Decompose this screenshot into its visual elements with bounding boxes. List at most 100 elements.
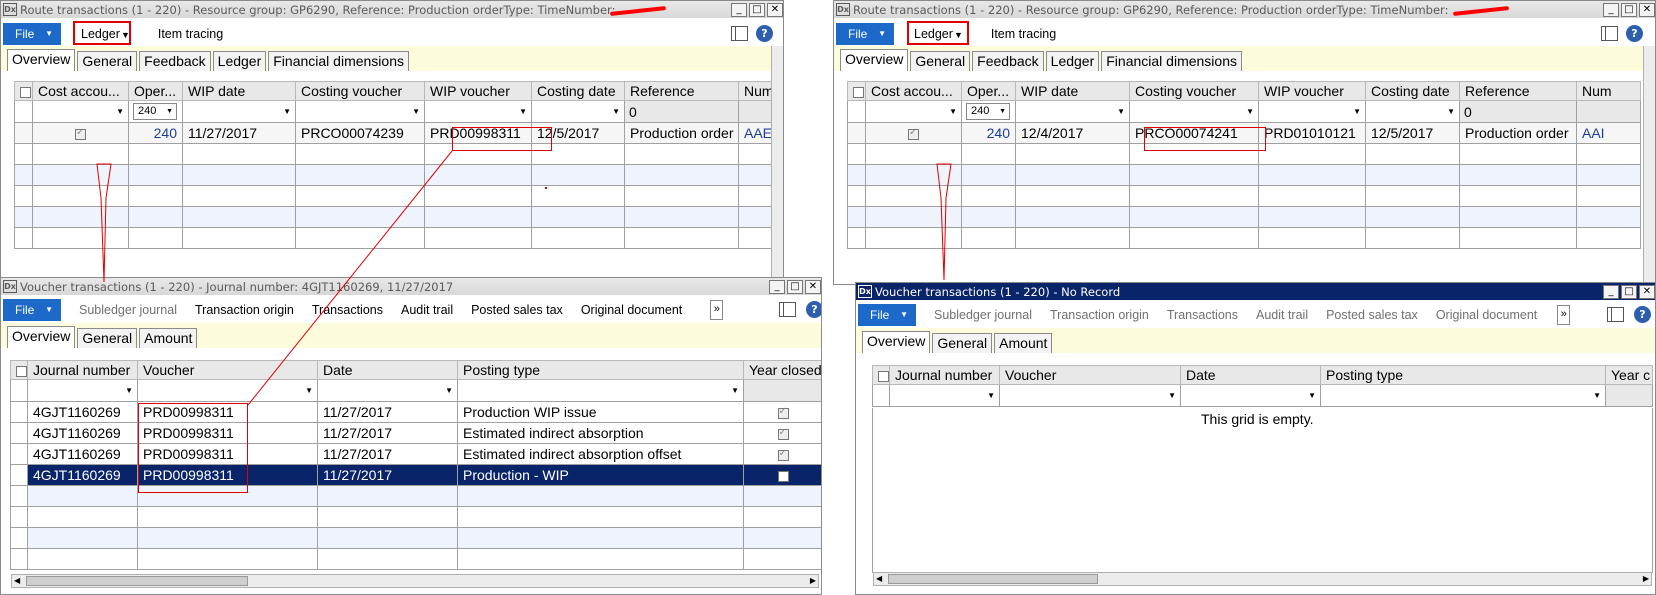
posted-sales-tax-button[interactable]: Posted sales tax [1326,308,1418,322]
maximize-button[interactable]: □ [1621,284,1637,299]
filter-costing-date[interactable]: ▼ [1365,100,1460,123]
select-all-checkbox[interactable] [10,360,28,380]
col-wip-date[interactable]: WIP date [1015,81,1130,101]
col-wip-date[interactable]: WIP date [182,81,296,101]
col-costing-date[interactable]: Costing date [531,81,625,101]
year-closed-checkbox[interactable] [743,401,821,423]
filter-voucher[interactable]: ▼ [137,379,318,402]
more-actions-icon[interactable]: » [710,299,724,320]
minimize-button[interactable]: _ [1603,284,1619,299]
minimize-button[interactable]: _ [769,279,785,294]
tab-overview[interactable]: Overview [7,326,76,348]
scroll-left-icon[interactable]: ◀ [14,575,20,587]
col-costing-date[interactable]: Costing date [1365,81,1460,101]
audit-trail-button[interactable]: Audit trail [1256,308,1308,322]
col-reference[interactable]: Reference [1459,81,1577,101]
subledger-journal-button[interactable]: Subledger journal [79,303,177,317]
tab-ledger[interactable]: Ledger [1045,51,1100,71]
year-closed-checkbox[interactable] [743,464,821,486]
help-icon[interactable]: ? [1634,306,1651,323]
table-row[interactable]: 240 12/4/2017 PRCO00074241 PRD01010121 1… [847,122,1641,144]
tab-general[interactable]: General [77,328,138,348]
select-all-checkbox[interactable] [847,81,866,101]
original-document-button[interactable]: Original document [1436,308,1537,322]
file-button[interactable]: File ▼ [3,22,61,45]
tab-feedback[interactable]: Feedback [139,51,211,71]
horizontal-scrollbar[interactable]: ◀ ▶ [11,574,819,588]
col-cost-account[interactable]: Cost accou... [32,81,129,101]
ledger-menu-button[interactable]: Ledger▼ [914,27,963,41]
layout-icon[interactable] [1607,307,1624,322]
col-oper[interactable]: Oper... [961,81,1016,101]
col-journal-number[interactable]: Journal number [27,360,138,380]
year-closed-checkbox[interactable] [743,422,821,444]
help-icon[interactable]: ? [806,301,821,318]
col-year-closed[interactable]: Year c [1605,365,1653,385]
scroll-thumb[interactable] [26,576,248,586]
help-icon[interactable]: ? [1626,25,1643,42]
right-route-titlebar[interactable]: Dx Route transactions (1 - 220) - Resour… [834,1,1655,18]
file-button[interactable]: File ▼ [858,303,916,326]
cost-account-checkbox[interactable] [32,122,129,144]
horizontal-scrollbar[interactable]: ◀ ▶ [873,572,1652,586]
close-button[interactable]: ✕ [1639,284,1655,299]
filter-oper[interactable]: 240 [128,100,183,123]
minimize-button[interactable]: _ [731,2,747,17]
transactions-button[interactable]: Transactions [1167,308,1238,322]
tab-general[interactable]: General [910,51,971,71]
col-oper[interactable]: Oper... [128,81,183,101]
col-journal-number[interactable]: Journal number [889,365,1000,385]
col-posting-type[interactable]: Posting type [1320,365,1606,385]
filter-costing-voucher[interactable]: ▼ [1129,100,1259,123]
filter-journal-number[interactable]: ▼ [27,379,138,402]
select-all-checkbox[interactable] [14,81,33,101]
maximize-button[interactable]: □ [1621,2,1637,17]
layout-icon[interactable] [779,302,796,317]
layout-icon[interactable] [731,26,748,41]
ledger-menu-button[interactable]: Ledger▼ [81,27,130,41]
left-voucher-titlebar[interactable]: Dx Voucher transactions (1 - 220) - Jour… [1,278,821,295]
layout-icon[interactable] [1601,26,1618,41]
filter-reference[interactable]: 0 [624,100,739,123]
filter-wip-voucher[interactable]: ▼ [1258,100,1366,123]
scroll-right-icon[interactable]: ▶ [810,575,816,587]
transactions-button[interactable]: Transactions [312,303,383,317]
table-row[interactable]: 240 11/27/2017 PRCO00074239 PRD00998311 … [14,122,775,144]
filter-wip-voucher[interactable]: ▼ [424,100,532,123]
select-all-checkbox[interactable] [872,365,890,385]
maximize-button[interactable]: □ [749,2,765,17]
scroll-left-icon[interactable]: ◀ [876,573,882,585]
audit-trail-button[interactable]: Audit trail [401,303,453,317]
help-icon[interactable]: ? [756,25,773,42]
tab-amount[interactable]: Amount [139,328,198,348]
vertical-scrollbar[interactable] [771,46,783,279]
left-route-titlebar[interactable]: Dx Route transactions (1 - 220) - Resour… [1,1,783,18]
file-button[interactable]: File ▼ [3,298,61,321]
file-button[interactable]: File ▼ [836,22,894,45]
col-posting-type[interactable]: Posting type [457,360,744,380]
filter-posting-type[interactable]: ▼ [457,379,744,402]
filter-journal-number[interactable]: ▼ [889,384,1000,407]
transaction-origin-button[interactable]: Transaction origin [1050,308,1149,322]
filter-oper[interactable]: 240 [961,100,1016,123]
right-voucher-titlebar[interactable]: Dx Voucher transactions (1 - 220) - No R… [856,283,1655,300]
tab-feedback[interactable]: Feedback [972,51,1044,71]
original-document-button[interactable]: Original document [581,303,682,317]
tab-financial-dimensions[interactable]: Financial dimensions [268,51,409,71]
col-voucher[interactable]: Voucher [999,365,1181,385]
filter-wip-date[interactable]: ▼ [1015,100,1130,123]
cost-account-checkbox[interactable] [865,122,962,144]
minimize-button[interactable]: _ [1603,2,1619,17]
filter-wip-date[interactable]: ▼ [182,100,296,123]
filter-cost-account[interactable]: ▼ [32,100,129,123]
table-row[interactable]: 4GJT1160269 PRD00998311 11/27/2017 Estim… [10,443,821,465]
year-closed-checkbox[interactable] [743,443,821,465]
col-num[interactable]: Num [1576,81,1641,101]
table-row[interactable]: 4GJT1160269 PRD00998311 11/27/2017 Produ… [10,401,821,423]
tab-overview[interactable]: Overview [862,331,931,353]
item-tracing-button[interactable]: Item tracing [991,27,1056,41]
maximize-button[interactable]: □ [787,279,803,294]
col-date[interactable]: Date [317,360,458,380]
filter-date[interactable]: ▼ [1180,384,1321,407]
tab-financial-dimensions[interactable]: Financial dimensions [1101,51,1242,71]
